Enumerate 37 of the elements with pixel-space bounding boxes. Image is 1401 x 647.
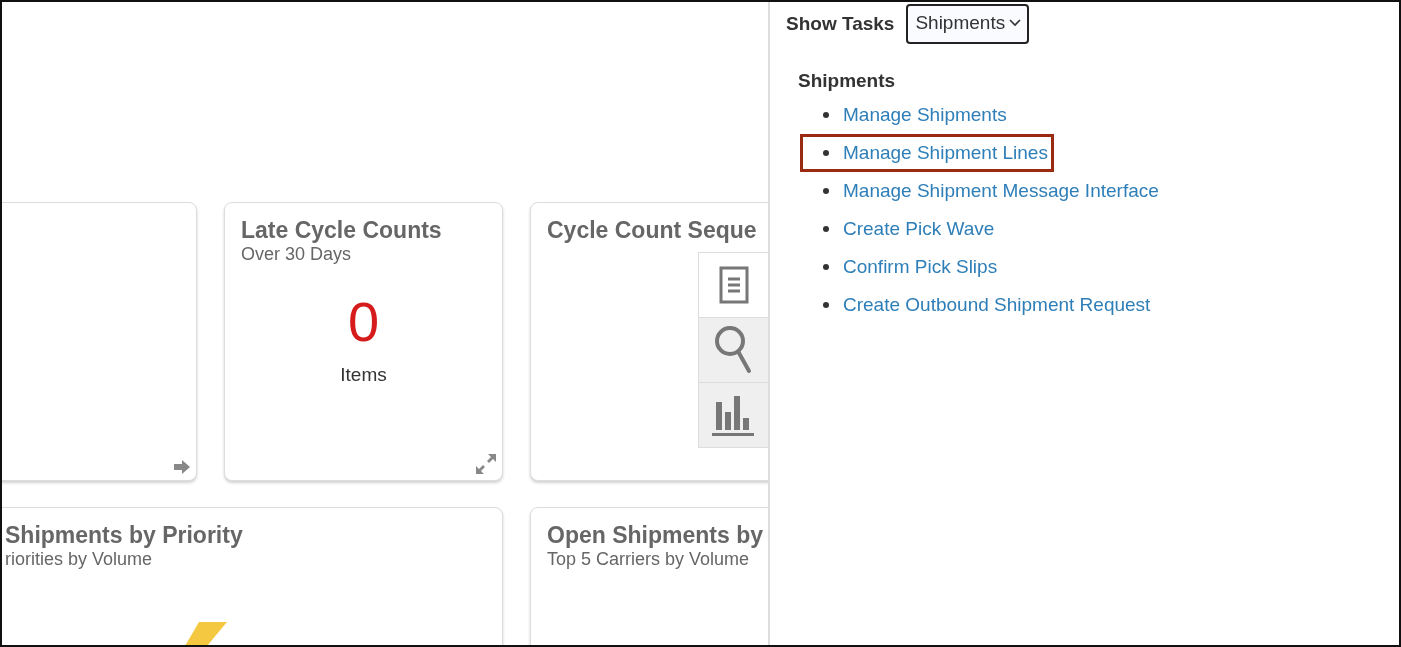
side-toolbar-tab[interactable]	[698, 252, 768, 318]
tasks-dropdown[interactable]: Shipments	[906, 4, 1030, 44]
tile-title: Cycle Count Seque	[547, 217, 758, 244]
tile-title: Open Shipments by	[547, 522, 764, 549]
task-link[interactable]: Manage Shipment Message Interface	[843, 180, 1159, 202]
arrow-right-icon[interactable]	[174, 460, 190, 474]
task-link[interactable]: Create Outbound Shipment Request	[843, 294, 1151, 316]
tile-card[interactable]: Open Shipments by Top 5 Carriers by Volume	[530, 507, 768, 645]
tile-title: Late Cycle Counts	[241, 217, 443, 244]
tile-subtitle: riorities by Volume	[5, 549, 154, 570]
bullet-icon	[823, 188, 829, 194]
bar-chart-icon	[711, 394, 756, 436]
tile-card[interactable]: Shipments by Priority riorities by Volume	[2, 507, 503, 645]
tile-title: Shipments by Priority	[5, 522, 244, 549]
tile-subtitle: Top 5 Carriers by Volume	[547, 549, 751, 570]
search-icon	[713, 324, 754, 376]
document-icon	[718, 266, 749, 304]
bullet-icon	[823, 264, 829, 270]
side-toolbar-tab[interactable]	[698, 382, 768, 448]
bullet-icon	[823, 302, 829, 308]
task-link[interactable]: Manage Shipment Lines	[843, 142, 1048, 164]
count-value: 0	[346, 289, 381, 354]
count-unit: Items	[339, 364, 388, 386]
bullet-icon	[823, 112, 829, 118]
bullet-icon	[823, 150, 829, 156]
bullet-icon	[823, 226, 829, 232]
chevron-down-icon	[1009, 19, 1022, 27]
tile-subtitle: Over 30 Days	[241, 244, 353, 265]
expand-icon[interactable]	[476, 454, 496, 474]
section-heading: Shipments	[798, 70, 897, 92]
show-tasks-label: Show Tasks	[786, 13, 895, 35]
task-link[interactable]: Create Pick Wave	[843, 218, 995, 240]
tile-card[interactable]: Late Cycle Counts Over 30 Days 0 Items	[224, 202, 503, 481]
side-toolbar-tab[interactable]	[698, 317, 768, 383]
task-link[interactable]: Manage Shipments	[843, 104, 1007, 126]
task-link[interactable]: Confirm Pick Slips	[843, 256, 998, 278]
tile-card[interactable]	[2, 202, 197, 481]
